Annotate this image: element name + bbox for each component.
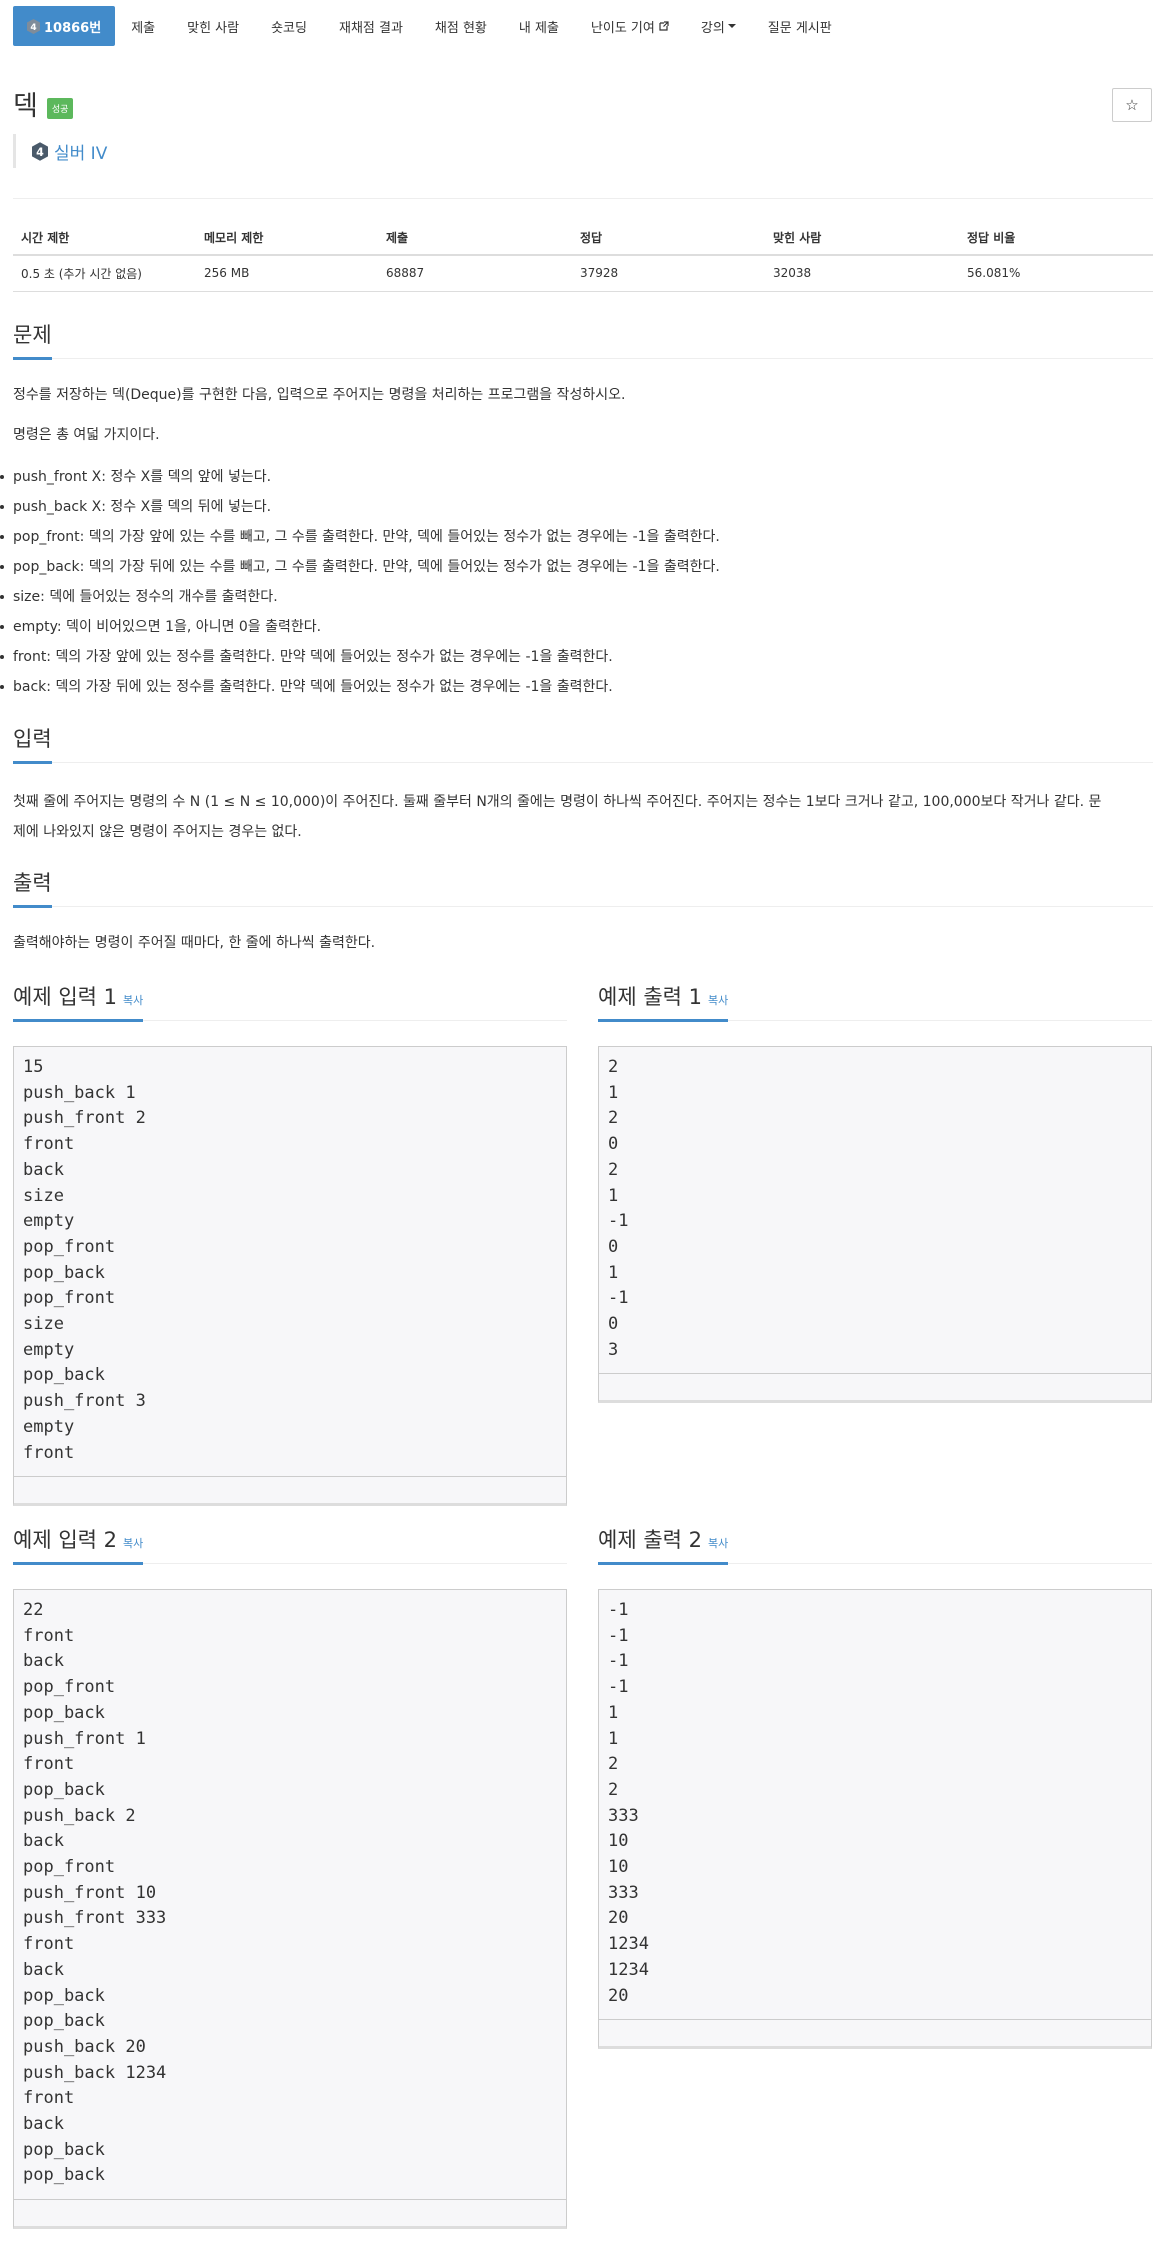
sample-output-2-header-wrap: 예제 출력 2 복사 [598, 1523, 1152, 1565]
tier-label: 실버 IV [54, 143, 108, 164]
input-header: 입력 [13, 722, 1153, 764]
sample-input-1-footer [13, 1476, 567, 1506]
description-title: 문제 [13, 319, 52, 360]
tab-my-submissions[interactable]: 내 제출 [503, 6, 575, 46]
sample-output-2-footer [598, 2019, 1152, 2049]
input-section: 입력 첫째 줄에 주어지는 명령의 수 N (1 ≤ N ≤ 10,000)이 … [13, 722, 1153, 840]
sample-output-2-title: 예제 출력 2 [598, 1528, 702, 1552]
sample-input-2-footer [13, 2199, 567, 2229]
tab-rejudge-results[interactable]: 재채점 결과 [323, 6, 419, 46]
th-time-limit: 시간 제한 [13, 220, 196, 256]
list-item: push_front X: 정수 X를 덱의 앞에 넣는다. [0, 462, 720, 492]
copy-button[interactable]: 복사 [708, 1537, 728, 1550]
star-icon: ☆ [1125, 96, 1139, 114]
sample-input-2-header: 예제 입력 2 복사 [13, 1523, 567, 1565]
th-memory-limit: 메모리 제한 [196, 220, 378, 256]
td-submissions: 68887 [378, 255, 572, 292]
command-list: push_front X: 정수 X를 덱의 앞에 넣는다. push_back… [0, 462, 720, 702]
output-section: 출력 출력해야하는 명령이 주어질 때마다, 한 줄에 하나씩 출력한다. [13, 866, 1153, 951]
th-accept-rate: 정답 비율 [959, 220, 1153, 256]
list-item: back: 덱의 가장 뒤에 있는 정수를 출력한다. 만약 덱에 들어있는 정… [0, 672, 720, 702]
tab-status[interactable]: 채점 현황 [419, 6, 503, 46]
sample-output-2[interactable]: -1 -1 -1 -1 1 1 2 2 333 10 10 333 20 123… [598, 1589, 1152, 2019]
tab-difficulty-contribution[interactable]: 난이도 기여 [575, 6, 685, 46]
tab-problem-label: 10866번 [44, 20, 102, 36]
list-item: pop_front: 덱의 가장 앞에 있는 수를 빼고, 그 수를 출력한다.… [0, 522, 720, 552]
th-solvers: 맞힌 사람 [765, 220, 959, 256]
th-submissions: 제출 [378, 220, 572, 256]
sample-input-1-title: 예제 입력 1 [13, 985, 117, 1009]
td-accepted: 37928 [572, 255, 765, 292]
copy-button[interactable]: 복사 [708, 994, 728, 1007]
problem-nav: 4 10866번 제출 맞힌 사람 숏코딩 재채점 결과 채점 현황 내 제출 … [13, 6, 848, 46]
sample-input-2-header-wrap: 예제 입력 2 복사 [13, 1523, 567, 1565]
list-item: push_back X: 정수 X를 덱의 뒤에 넣는다. [0, 492, 720, 522]
tier-badge-icon: 4 [27, 18, 40, 34]
input-title: 입력 [13, 723, 52, 764]
sample-input-1[interactable]: 15 push_back 1 push_front 2 front back s… [13, 1046, 567, 1476]
list-item: empty: 덱이 비어있으면 1을, 아니면 0을 출력한다. [0, 612, 720, 642]
sample-output-1-title: 예제 출력 1 [598, 985, 702, 1009]
tier-badge-icon: 4 [32, 141, 48, 161]
problem-info-table: 시간 제한 메모리 제한 제출 정답 맞힌 사람 정답 비율 0.5 초 (추가… [13, 220, 1153, 292]
list-item: pop_back: 덱의 가장 뒤에 있는 수를 빼고, 그 수를 출력한다. … [0, 552, 720, 582]
output-header: 출력 [13, 866, 1153, 908]
divider [13, 198, 1153, 199]
td-accept-rate: 56.081% [959, 255, 1153, 292]
sample-input-2[interactable]: 22 front back pop_front pop_back push_fr… [13, 1589, 567, 2199]
svg-text:4: 4 [36, 145, 44, 158]
output-title: 출력 [13, 867, 52, 908]
tab-submit[interactable]: 제출 [115, 6, 171, 46]
tab-solvers[interactable]: 맞힌 사람 [171, 6, 255, 46]
table-row: 0.5 초 (추가 시간 없음) 256 MB 68887 37928 3203… [13, 255, 1153, 292]
tab-shortcoding[interactable]: 숏코딩 [255, 6, 323, 46]
td-solvers: 32038 [765, 255, 959, 292]
sample-output-1-footer [598, 1373, 1152, 1403]
sample-output-1-header: 예제 출력 1 복사 [598, 980, 1152, 1022]
input-text-2: 제에 나와있지 않은 명령이 주어지는 경우는 없다. [13, 824, 302, 840]
table-header-row: 시간 제한 메모리 제한 제출 정답 맞힌 사람 정답 비율 [13, 220, 1153, 256]
tab-qna-board[interactable]: 질문 게시판 [752, 6, 848, 46]
copy-button[interactable]: 복사 [123, 994, 143, 1007]
th-accepted: 정답 [572, 220, 765, 256]
sample-input-2-title: 예제 입력 2 [13, 1528, 117, 1552]
description-header: 문제 [13, 318, 1153, 360]
caret-down-icon [727, 24, 736, 28]
list-item: size: 덱에 들어있는 정수의 개수를 출력한다. [0, 582, 720, 612]
tab-lectures[interactable]: 강의 [685, 6, 752, 46]
problem-title-row: 덱 성공 [13, 84, 74, 123]
input-text: 첫째 줄에 주어지는 명령의 수 N (1 ≤ N ≤ 10,000)이 주어진… [13, 794, 1102, 810]
sample-output-1[interactable]: 2 1 2 0 2 1 -1 0 1 -1 0 3 [598, 1046, 1152, 1373]
description-text: 정수를 저장하는 덱(Deque)를 구현한 다음, 입력으로 주어지는 명령을… [13, 387, 626, 403]
copy-button[interactable]: 복사 [123, 1537, 143, 1550]
description-section: 문제 정수를 저장하는 덱(Deque)를 구현한 다음, 입력으로 주어지는 … [13, 318, 1153, 443]
sample-input-1-header-wrap: 예제 입력 1 복사 [13, 980, 567, 1022]
problem-title: 덱 [13, 91, 38, 122]
tab-difficulty-label: 난이도 기여 [590, 20, 655, 36]
td-memory-limit: 256 MB [196, 255, 378, 292]
sample-output-2-header: 예제 출력 2 복사 [598, 1523, 1152, 1565]
result-badge: 성공 [46, 98, 74, 119]
problem-tier[interactable]: 4 실버 IV [13, 134, 107, 168]
sample-output-1-header-wrap: 예제 출력 1 복사 [598, 980, 1152, 1022]
svg-text:4: 4 [30, 23, 36, 33]
td-time-limit: 0.5 초 (추가 시간 없음) [13, 255, 196, 292]
output-text: 출력해야하는 명령이 주어질 때마다, 한 줄에 하나씩 출력한다. [13, 935, 376, 951]
list-item: front: 덱의 가장 앞에 있는 정수를 출력한다. 만약 덱에 들어있는 … [0, 642, 720, 672]
favorite-star-button[interactable]: ☆ [1112, 88, 1152, 122]
external-link-icon [659, 21, 669, 31]
tab-lectures-label: 강의 [700, 20, 725, 36]
description-text-2: 명령은 총 여덟 가지이다. [13, 427, 160, 443]
sample-input-1-header: 예제 입력 1 복사 [13, 980, 567, 1022]
tab-problem[interactable]: 4 10866번 [13, 6, 116, 46]
